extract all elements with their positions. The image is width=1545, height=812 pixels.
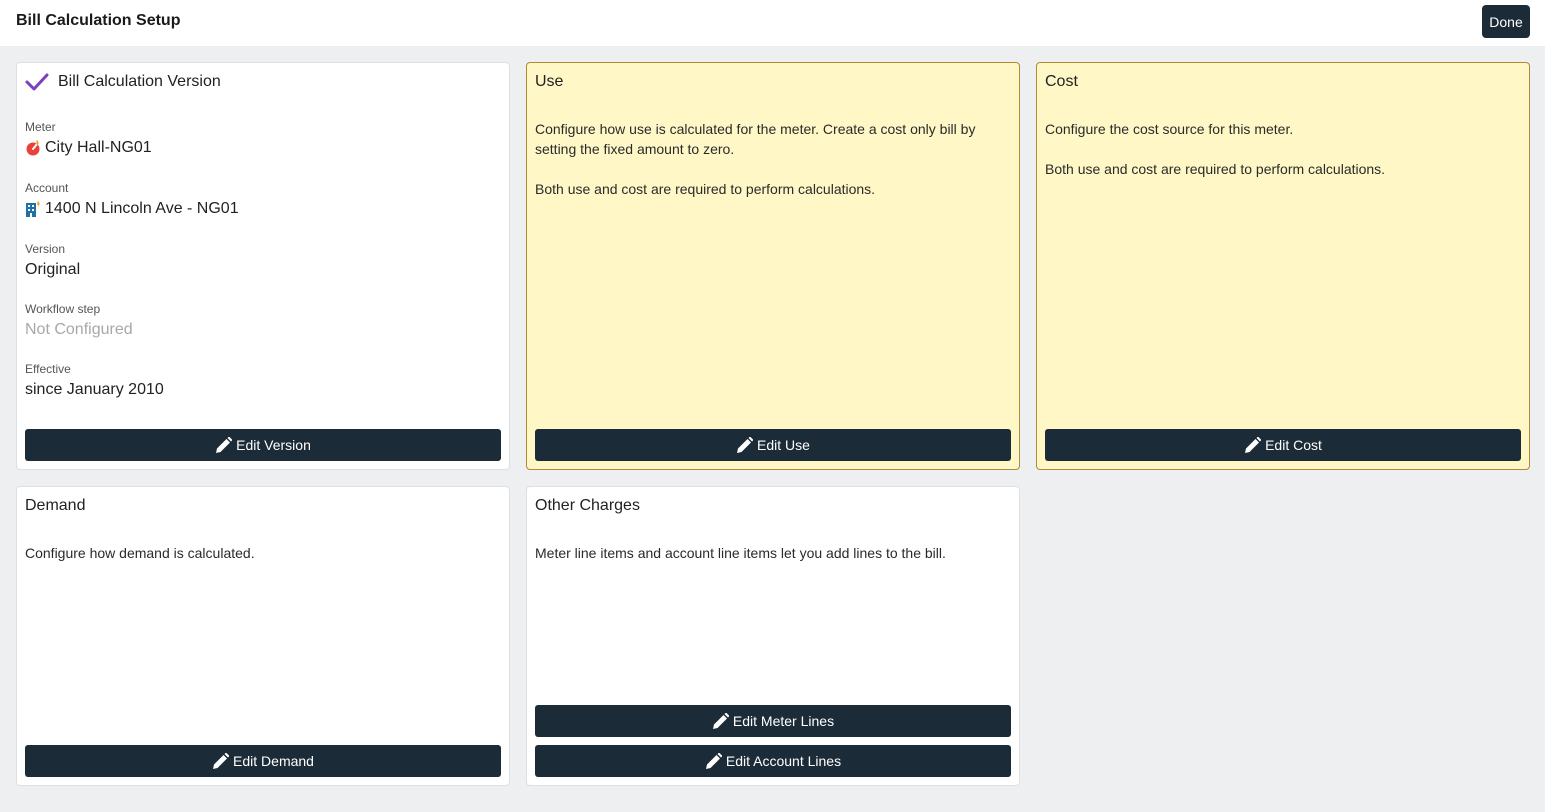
edit-account-lines-label: Edit Account Lines <box>725 753 842 769</box>
edit-meter-lines-label: Edit Meter Lines <box>732 713 835 729</box>
use-desc-1: Configure how use is calculated for the … <box>535 121 976 157</box>
meter-value[interactable]: City Hall-NG01 <box>45 138 152 158</box>
edit-demand-label: Edit Demand <box>233 753 314 769</box>
edit-version-button[interactable]: Edit Version <box>25 429 501 461</box>
other-charges-description: Meter line items and account line items … <box>535 543 999 563</box>
account-field: Account 1400 N Lincoln Ave - NG01 <box>25 181 239 219</box>
edit-meter-lines-button[interactable]: Edit Meter Lines <box>535 705 1011 737</box>
done-button[interactable]: Done <box>1482 5 1530 38</box>
cost-desc-2: Both use and cost are required to perfor… <box>1045 161 1386 177</box>
effective-field: Effective since January 2010 <box>25 362 164 400</box>
pencil-icon <box>212 752 230 770</box>
meter-label: Meter <box>25 120 56 134</box>
edit-version-label: Edit Version <box>236 437 311 453</box>
version-card: Bill Calculation Version Meter City Hall… <box>16 62 510 470</box>
other-charges-card: Other Charges Meter line items and accou… <box>526 486 1020 786</box>
use-desc-2: Both use and cost are required to perfor… <box>535 181 876 197</box>
version-field: Version Original <box>25 242 80 280</box>
version-label: Version <box>25 242 66 256</box>
workflow-field: Workflow step Not Configured <box>25 302 133 340</box>
effective-label: Effective <box>25 362 71 376</box>
pencil-icon <box>736 436 754 454</box>
pencil-icon <box>705 752 722 770</box>
version-card-title: Bill Calculation Version <box>25 73 221 91</box>
cost-description: Configure the cost source for this meter… <box>1045 119 1509 179</box>
workflow-label: Workflow step <box>25 302 101 316</box>
account-label: Account <box>25 181 69 195</box>
edit-use-label: Edit Use <box>757 437 810 453</box>
page-title: Bill Calculation Setup <box>16 12 181 29</box>
gas-meter-icon <box>25 139 42 157</box>
use-description: Configure how use is calculated for the … <box>535 119 999 199</box>
meter-value-row: City Hall-NG01 <box>25 138 152 158</box>
cost-card-title: Cost <box>1045 73 1078 90</box>
account-value-row: 1400 N Lincoln Ave - NG01 <box>25 199 239 219</box>
cost-card: Cost Configure the cost source for this … <box>1036 62 1530 470</box>
version-value: Original <box>25 261 81 278</box>
meter-field: Meter City Hall-NG01 <box>25 120 152 158</box>
use-card: Use Configure how use is calculated for … <box>526 62 1020 470</box>
cost-desc-1: Configure the cost source for this meter… <box>1045 121 1294 137</box>
top-bar: Bill Calculation Setup Done <box>0 0 1545 46</box>
edit-cost-button[interactable]: Edit Cost <box>1045 429 1521 461</box>
edit-account-lines-button[interactable]: Edit Account Lines <box>535 745 1011 777</box>
effective-value: since January 2010 <box>25 381 164 398</box>
edit-demand-button[interactable]: Edit Demand <box>25 745 501 777</box>
pencil-icon <box>215 436 233 454</box>
building-icon <box>25 200 42 218</box>
pencil-icon <box>712 712 729 730</box>
edit-cost-label: Edit Cost <box>1265 437 1322 453</box>
workflow-value: Not Configured <box>25 321 133 338</box>
edit-use-button[interactable]: Edit Use <box>535 429 1011 461</box>
demand-card-title: Demand <box>25 497 86 514</box>
account-value[interactable]: 1400 N Lincoln Ave - NG01 <box>45 199 239 219</box>
demand-desc-1: Configure how demand is calculated. <box>25 545 255 561</box>
use-card-title: Use <box>535 73 564 90</box>
demand-description: Configure how demand is calculated. <box>25 543 489 563</box>
other-charges-title: Other Charges <box>535 497 640 514</box>
version-card-title-text: Bill Calculation Version <box>58 73 221 90</box>
pencil-icon <box>1244 436 1262 454</box>
demand-card: Demand Configure how demand is calculate… <box>16 486 510 786</box>
check-icon <box>25 73 49 91</box>
other-desc-1: Meter line items and account line items … <box>535 545 946 561</box>
